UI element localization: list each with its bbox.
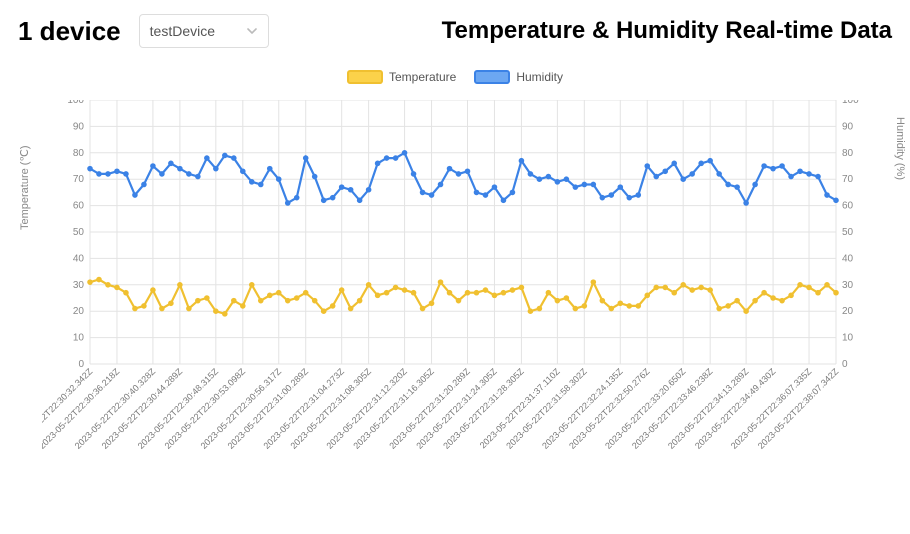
svg-text:90: 90 — [73, 121, 85, 132]
svg-text:40: 40 — [73, 253, 85, 264]
svg-text:20: 20 — [842, 306, 854, 317]
legend-swatch-humidity — [474, 70, 510, 84]
svg-text:90: 90 — [842, 121, 854, 132]
svg-text:20: 20 — [73, 306, 85, 317]
svg-text:0: 0 — [78, 359, 84, 370]
legend-item-humidity[interactable]: Humidity — [474, 70, 563, 84]
svg-text:70: 70 — [842, 174, 854, 185]
svg-text:100: 100 — [842, 100, 859, 106]
legend-label-humidity: Humidity — [516, 70, 563, 84]
device-select-value: testDevice — [150, 23, 215, 39]
svg-text:100: 100 — [67, 100, 84, 106]
y-axis-label-left: Temperature (℃) — [18, 146, 31, 231]
svg-text:80: 80 — [73, 148, 85, 159]
svg-text:0: 0 — [842, 359, 848, 370]
y-axis-label-right: Humidity (%) — [894, 117, 906, 180]
svg-text:50: 50 — [842, 227, 854, 238]
svg-text:60: 60 — [73, 201, 85, 212]
svg-text:80: 80 — [842, 148, 854, 159]
device-select[interactable]: testDevice — [139, 14, 269, 48]
chevron-down-icon — [246, 25, 258, 37]
page-title: Temperature & Humidity Real-time Data — [442, 17, 892, 45]
svg-text:70: 70 — [73, 174, 85, 185]
svg-text:10: 10 — [842, 333, 854, 344]
legend-item-temperature[interactable]: Temperature — [347, 70, 456, 84]
legend-label-temperature: Temperature — [389, 70, 456, 84]
legend-swatch-temperature — [347, 70, 383, 84]
line-chart: 0 0 10 10 20 20 30 30 40 40 50 50 60 60 70 70 80 80 90 90 10… — [42, 100, 880, 524]
svg-text:60: 60 — [842, 201, 854, 212]
header-bar: 1 device testDevice Temperature & Humidi… — [0, 0, 910, 54]
svg-text:30: 30 — [842, 280, 854, 291]
chart-legend: Temperature Humidity — [0, 70, 910, 84]
svg-text:40: 40 — [842, 253, 854, 264]
svg-text:10: 10 — [73, 333, 85, 344]
chart-area: 0 0 10 10 20 20 30 30 40 40 50 50 60 60 70 70 80 80 90 90 10… — [42, 100, 880, 524]
device-count-label: 1 device — [18, 16, 121, 47]
svg-text:30: 30 — [73, 280, 85, 291]
svg-text:50: 50 — [73, 227, 85, 238]
